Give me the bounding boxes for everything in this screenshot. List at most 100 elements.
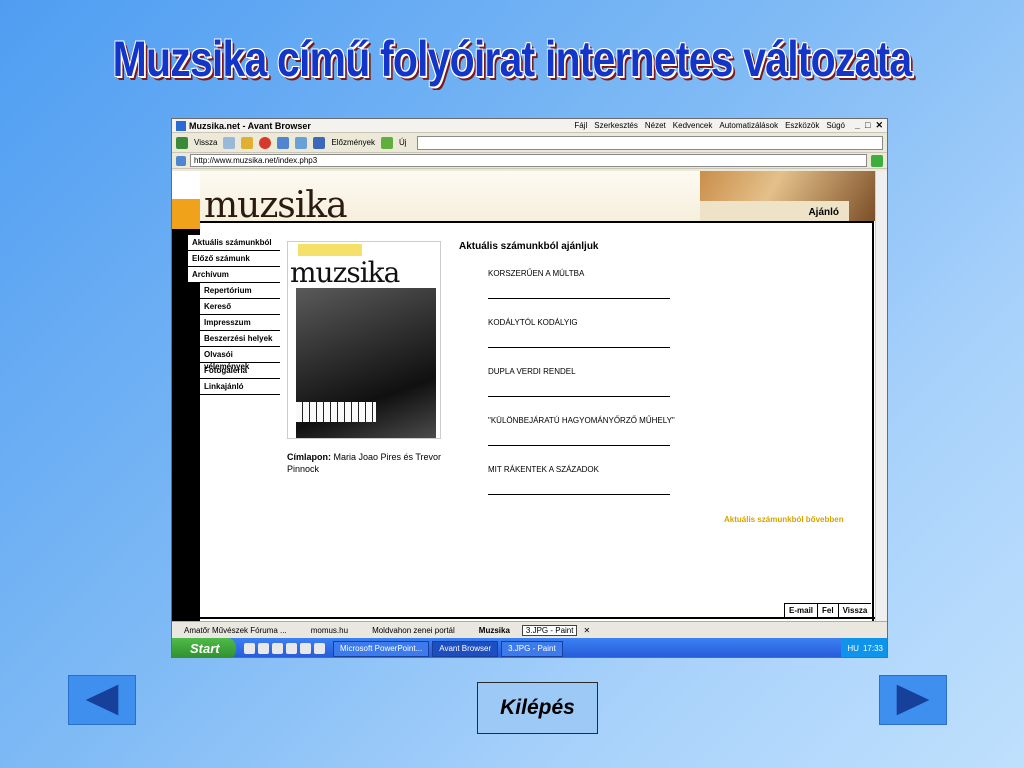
history-button[interactable]: Előzmények xyxy=(331,138,375,147)
address-bar: http://www.muzsika.net/index.php3 xyxy=(172,153,887,169)
list-item: DUPLA VERDI RENDEL xyxy=(488,365,728,414)
back-arrow-icon[interactable] xyxy=(176,136,188,149)
menu-edit[interactable]: Szerkesztés xyxy=(594,121,638,130)
nav-item-links[interactable]: Linkajánló xyxy=(200,379,280,395)
browser-tabs: Amatőr Művészek Fóruma ... momus.hu Mold… xyxy=(172,621,887,638)
stop-icon[interactable] xyxy=(259,136,272,149)
article-divider xyxy=(488,445,670,446)
article-link[interactable]: KORSZERŰEN A MÚLTBA xyxy=(488,269,584,278)
favorites-icon[interactable] xyxy=(295,136,308,149)
menu-automation[interactable]: Automatizálások xyxy=(719,121,778,130)
quick-launch-icon[interactable] xyxy=(300,643,311,654)
magazine-cover-tag xyxy=(298,244,362,256)
site-nav: Aktuális számunkból Előző számunk Archív… xyxy=(188,235,280,395)
task-button-powerpoint[interactable]: Microsoft PowerPoint... xyxy=(333,640,430,657)
cover-caption: Címlapon: Maria Joao Pires és Trevor Pin… xyxy=(287,451,447,475)
address-input[interactable]: http://www.muzsika.net/index.php3 xyxy=(190,154,867,167)
browser-menubar: Fájl Szerkesztés Nézet Kedvencek Automat… xyxy=(574,121,845,130)
search-input[interactable] xyxy=(416,135,883,150)
magazine-cover[interactable]: muzsika xyxy=(287,241,441,439)
browser-toolbar: Vissza Előzmények Új xyxy=(172,133,887,153)
task-button-browser[interactable]: Avant Browser xyxy=(432,640,499,657)
menu-tools[interactable]: Eszközök xyxy=(785,121,819,130)
maximize-icon[interactable]: □ xyxy=(865,120,870,131)
quick-launch-icon[interactable] xyxy=(244,643,255,654)
window-controls: _ □ ✕ xyxy=(855,120,883,131)
tab-muzsika[interactable]: Muzsika xyxy=(467,626,522,635)
start-button[interactable]: Start xyxy=(172,638,236,657)
section-heading: Aktuális számunkból ajánljuk xyxy=(459,241,599,252)
page-icon xyxy=(176,155,186,166)
article-list: KORSZERŰEN A MÚLTBA KODÁLYTÓL KODÁLYIG D… xyxy=(488,267,728,512)
task-button-paint[interactable]: 3.JPG - Paint xyxy=(501,640,563,657)
article-link[interactable]: DUPLA VERDI RENDEL xyxy=(488,367,576,376)
nav-item-archive[interactable]: Archívum xyxy=(188,267,280,283)
menu-help[interactable]: Súgó xyxy=(826,121,845,130)
left-orange-accent xyxy=(172,199,200,229)
tab-paint-popup[interactable]: 3.JPG - Paint xyxy=(521,624,578,636)
next-slide-button[interactable] xyxy=(879,675,947,725)
piano-keys-decor xyxy=(296,402,376,422)
list-item: KODÁLYTÓL KODÁLYIG xyxy=(488,316,728,365)
previous-slide-button[interactable] xyxy=(68,675,136,725)
forward-arrow-icon[interactable] xyxy=(223,136,236,149)
menu-file[interactable]: Fájl xyxy=(574,121,587,130)
nav-item-stores[interactable]: Beszerzési helyek xyxy=(200,331,280,347)
new-button[interactable]: Új xyxy=(399,138,407,147)
footer-tab-up[interactable]: Fel xyxy=(817,603,838,617)
web-page: muzsika Ajánló Aktuális számunkból Előző… xyxy=(172,171,877,621)
nav-item-imprint[interactable]: Impresszum xyxy=(200,315,280,331)
list-item: KORSZERŰEN A MÚLTBA xyxy=(488,267,728,316)
tab-moldvahon[interactable]: Moldvahon zenei portál xyxy=(360,626,467,635)
clock: 17:33 xyxy=(862,644,883,653)
nav-item-current-issue[interactable]: Aktuális számunkból xyxy=(188,235,280,251)
footer-tab-back[interactable]: Vissza xyxy=(837,603,872,617)
site-logo[interactable]: muzsika xyxy=(204,185,348,226)
history-icon[interactable] xyxy=(313,136,326,149)
menu-favorites[interactable]: Kedvencek xyxy=(673,121,713,130)
list-item: MIT RÁKENTEK A SZÁZADOK xyxy=(488,463,728,512)
back-button[interactable]: Vissza xyxy=(194,138,217,147)
page-scrollbar[interactable] xyxy=(875,171,887,621)
more-articles-link[interactable]: Aktuális számunkból bővebben xyxy=(724,515,844,524)
go-button[interactable] xyxy=(871,154,883,167)
refresh-icon[interactable] xyxy=(241,136,254,149)
quick-launch-icon[interactable] xyxy=(286,643,297,654)
article-divider xyxy=(488,298,670,299)
exit-button[interactable]: Kilépés xyxy=(477,682,598,734)
tab-close-icon[interactable]: ✕ xyxy=(583,626,590,635)
tab-momus[interactable]: momus.hu xyxy=(299,626,360,635)
quick-launch xyxy=(244,643,325,654)
browser-screenshot: Muzsika.net - Avant Browser Fájl Szerkes… xyxy=(171,118,888,658)
flag-icon[interactable] xyxy=(381,136,393,149)
article-link[interactable]: "KÜLÖNBEJÁRATÚ HAGYOMÁNYŐRZŐ MŰHELY" xyxy=(488,416,675,425)
nav-item-reader-opinions[interactable]: Olvasói vélemények xyxy=(200,347,280,371)
menu-view[interactable]: Nézet xyxy=(645,121,666,130)
footer-tabs: E-mail Fel Vissza xyxy=(784,603,872,617)
browser-title: Muzsika.net - Avant Browser xyxy=(189,120,311,131)
cover-caption-label: Címlapon: xyxy=(287,452,331,462)
browser-logo-icon xyxy=(176,120,186,131)
language-indicator[interactable]: HU xyxy=(847,644,859,653)
article-link[interactable]: KODÁLYTÓL KODÁLYIG xyxy=(488,318,578,327)
quick-launch-icon[interactable] xyxy=(258,643,269,654)
article-divider xyxy=(488,494,670,495)
close-icon[interactable]: ✕ xyxy=(875,120,883,131)
list-item: "KÜLÖNBEJÁRATÚ HAGYOMÁNYŐRZŐ MŰHELY" xyxy=(488,414,728,463)
system-tray: HU 17:33 xyxy=(841,638,887,657)
slide-title: Muzsika című folyóirat internetes változ… xyxy=(112,31,912,87)
magazine-cover-title: muzsika xyxy=(290,256,400,289)
home-icon[interactable] xyxy=(277,136,290,149)
nav-item-previous-issue[interactable]: Előző számunk xyxy=(188,251,280,267)
nav-item-photo-gallery[interactable]: Fotogaléria xyxy=(200,363,280,379)
tab-amator[interactable]: Amatőr Művészek Fóruma ... xyxy=(172,626,299,635)
arrow-left-icon xyxy=(85,684,119,716)
quick-launch-icon[interactable] xyxy=(272,643,283,654)
nav-item-repertory[interactable]: Repertórium xyxy=(200,283,280,299)
article-link[interactable]: MIT RÁKENTEK A SZÁZADOK xyxy=(488,465,599,474)
footer-tab-email[interactable]: E-mail xyxy=(784,603,818,617)
content-bottom-border xyxy=(200,617,877,619)
minimize-icon[interactable]: _ xyxy=(855,120,860,131)
quick-launch-icon[interactable] xyxy=(314,643,325,654)
nav-item-search[interactable]: Kereső xyxy=(200,299,280,315)
